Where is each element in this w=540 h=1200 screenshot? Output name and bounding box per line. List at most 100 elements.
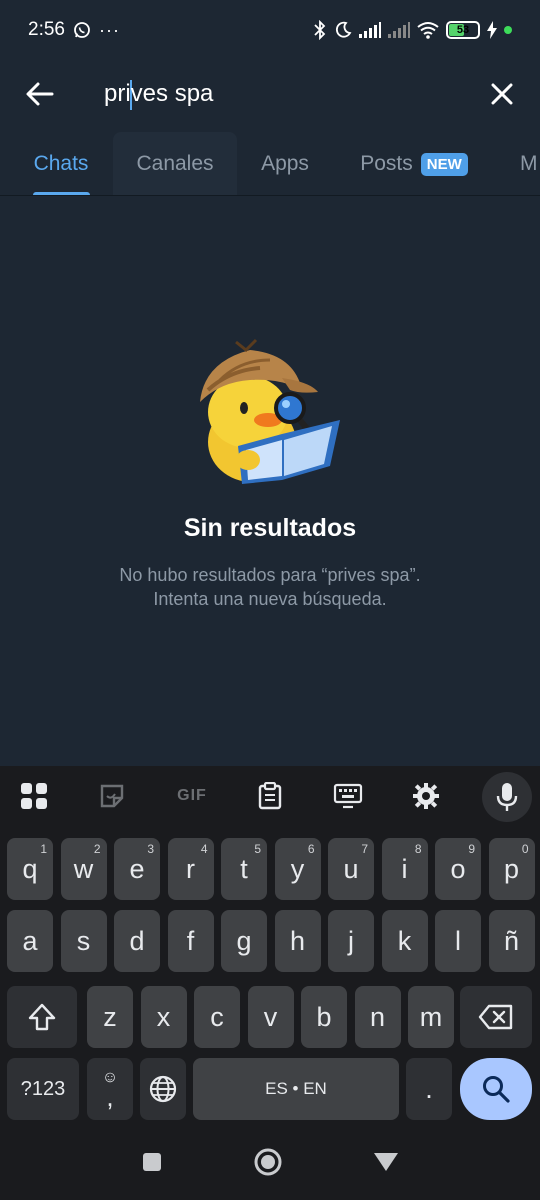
period-key[interactable]: .	[406, 1058, 452, 1120]
globe-icon	[149, 1075, 177, 1103]
key-d[interactable]: d	[114, 910, 160, 972]
settings-gear-icon[interactable]	[410, 780, 442, 812]
key-o[interactable]: o9	[435, 838, 481, 900]
comma-emoji-key[interactable]: ☺,	[87, 1058, 133, 1120]
key-l[interactable]: l	[435, 910, 481, 972]
key-y[interactable]: y6	[274, 838, 321, 900]
key-g[interactable]: g	[221, 910, 267, 972]
key-label: j	[348, 925, 354, 956]
space-bar[interactable]: ES • EN	[193, 1058, 399, 1120]
key-c[interactable]: c	[194, 986, 240, 1048]
keyboard-toolbar: GIF	[0, 766, 540, 828]
key-k[interactable]: k	[381, 910, 428, 972]
back-button[interactable]	[24, 78, 56, 110]
key-q[interactable]: q1	[7, 838, 53, 900]
key-n[interactable]: n	[354, 986, 401, 1048]
key-w[interactable]: w2	[60, 838, 107, 900]
key-label: i	[401, 853, 408, 884]
key-label: h	[289, 925, 306, 956]
key-t[interactable]: t5	[221, 838, 267, 900]
key-label: u	[343, 853, 359, 884]
tab-chats[interactable]: Chats	[24, 132, 98, 195]
triangle-down-icon	[374, 1153, 398, 1171]
home-button[interactable]	[252, 1146, 284, 1178]
key-number-hint: 0	[521, 842, 529, 856]
recent-apps-button[interactable]	[136, 1146, 168, 1178]
key-r[interactable]: r4	[167, 838, 214, 900]
keyboard-layout-icon[interactable]	[332, 780, 364, 812]
key-label: x	[156, 1001, 171, 1032]
key-e[interactable]: e3	[114, 838, 160, 900]
key-u[interactable]: u7	[328, 838, 374, 900]
key-label: b	[316, 1001, 332, 1032]
key-p[interactable]: p0	[488, 838, 535, 900]
key-label: ES • EN	[265, 1079, 327, 1098]
signal-2-icon	[388, 22, 410, 38]
status-bar: 2:56 ··· 53	[0, 0, 540, 60]
key-label: p	[503, 853, 520, 884]
whatsapp-icon	[73, 21, 91, 39]
key-label: y	[290, 853, 305, 884]
language-globe-key[interactable]	[140, 1058, 186, 1120]
privacy-indicator-dot	[504, 26, 512, 34]
shift-arrow-icon	[28, 1003, 56, 1031]
key-label: n	[369, 1001, 386, 1032]
key-label: c	[210, 1001, 224, 1032]
key-x[interactable]: x	[140, 986, 187, 1048]
key-label: a	[22, 925, 38, 956]
search-action-key[interactable]	[460, 1058, 532, 1120]
do-not-disturb-moon-icon	[334, 21, 352, 39]
key-ñ[interactable]: ñ	[488, 910, 535, 972]
symbols-key[interactable]: ?123	[7, 1058, 79, 1120]
microphone-icon	[496, 783, 518, 811]
key-s[interactable]: s	[60, 910, 107, 972]
key-label: d	[129, 925, 145, 956]
battery-icon: 53	[446, 21, 480, 39]
key-number-hint: 7	[361, 842, 368, 856]
key-b[interactable]: b	[301, 986, 347, 1048]
search-tabs: Chats Canales Apps Posts NEW M	[0, 128, 540, 196]
key-label: .	[425, 1073, 433, 1104]
tab-posts[interactable]: Posts NEW	[346, 132, 482, 195]
key-label: k	[397, 925, 412, 956]
key-f[interactable]: f	[167, 910, 214, 972]
key-j[interactable]: j	[328, 910, 374, 972]
search-icon	[483, 1076, 510, 1103]
tab-more[interactable]: M	[508, 132, 540, 195]
empty-state-line-2: Intenta una nueva búsqueda.	[153, 589, 387, 609]
empty-state: Sin resultados No hubo resultados para “…	[0, 320, 540, 611]
tab-label: Canales	[136, 152, 214, 175]
key-v[interactable]: v	[247, 986, 294, 1048]
search-header: prives spa	[0, 60, 540, 128]
tab-label: Apps	[261, 152, 309, 175]
voice-input-button[interactable]	[482, 772, 532, 822]
key-i[interactable]: i8	[381, 838, 428, 900]
key-label: f	[186, 925, 195, 956]
backspace-key[interactable]	[460, 986, 532, 1048]
search-text-before-caret: pri	[104, 80, 131, 107]
tab-label: M	[520, 152, 538, 175]
backspace-icon	[478, 1004, 513, 1030]
key-a[interactable]: a	[7, 910, 53, 972]
shift-key[interactable]	[7, 986, 77, 1048]
key-z[interactable]: z	[87, 986, 133, 1048]
tab-canales[interactable]: Canales	[113, 132, 237, 195]
key-number-hint: 1	[40, 842, 47, 856]
key-m[interactable]: m	[408, 986, 454, 1048]
key-h[interactable]: h	[274, 910, 321, 972]
gif-button[interactable]: GIF	[174, 780, 210, 812]
gif-label: GIF	[177, 787, 207, 804]
key-label: o	[450, 853, 466, 884]
key-label: v	[263, 1001, 278, 1032]
search-input[interactable]: prives spa	[104, 78, 213, 110]
back-nav-button[interactable]	[370, 1146, 402, 1178]
clear-search-button[interactable]	[486, 78, 518, 110]
key-label: g	[236, 925, 252, 956]
clipboard-icon[interactable]	[254, 780, 286, 812]
sticker-icon[interactable]	[96, 780, 128, 812]
tab-apps[interactable]: Apps	[250, 132, 320, 195]
key-label: l	[455, 925, 461, 956]
bluetooth-icon	[313, 20, 327, 40]
key-label: ñ	[503, 925, 520, 956]
apps-grid-icon[interactable]	[18, 780, 50, 812]
